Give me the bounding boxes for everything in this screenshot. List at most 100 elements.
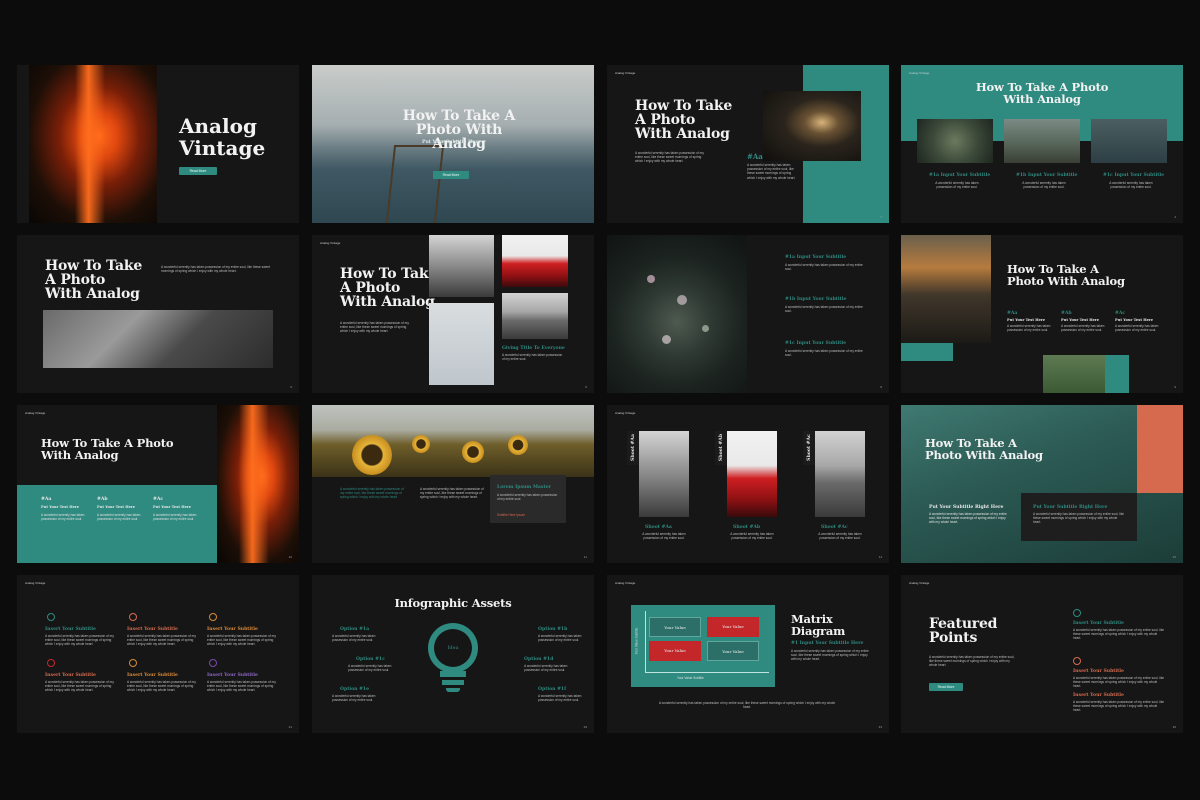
slide-13-icons[interactable]: Analog Vintage Insert Your Subtitle Inse… (17, 575, 299, 733)
tag: #Aa (747, 152, 763, 161)
page-number: 4 (1174, 215, 1176, 219)
option-5-text: A wonderful serenity has taken possessio… (332, 694, 376, 703)
option-6-text: A wonderful serenity has taken possessio… (538, 694, 582, 703)
slide-2-sea[interactable]: How To Take A Photo With Analog Put Your… (312, 65, 594, 223)
slide-10[interactable]: A wonderful serenity has taken possessio… (312, 405, 594, 563)
sun-icon (47, 613, 55, 621)
photo-2 (1004, 119, 1080, 163)
photo-3 (1091, 119, 1167, 163)
page-number: 9 (1174, 385, 1176, 389)
label-2: #1b Input Your Subtitle (1016, 173, 1078, 178)
slide-3[interactable]: Analog Vintage How To Take A Photo With … (607, 65, 889, 223)
read-more-button[interactable]: Read More (179, 167, 217, 175)
body-text: A wonderful serenity has taken possessio… (929, 655, 1015, 668)
point-1-text: A wonderful serenity has taken possessio… (1073, 628, 1165, 641)
brand-label: Analog Vintage (25, 581, 46, 585)
slide-8[interactable]: How To Take A Photo With Analog #Aa #Ab … (901, 235, 1183, 393)
room-photo (763, 91, 861, 161)
slide-title: How To Take A Photo With Analog (45, 258, 143, 302)
text-3: A wonderful serenity has taken possessio… (785, 349, 863, 358)
slide-title: How To Take A Photo With Analog (635, 98, 733, 142)
shop-photo (901, 235, 991, 343)
slide-5[interactable]: How To Take A Photo With Analog A wonder… (17, 235, 299, 393)
brand-label: Analog Vintage (320, 241, 341, 245)
page-number: 3 (880, 215, 882, 219)
window-photo (43, 310, 273, 368)
canal-photo (429, 235, 494, 297)
text-3: A wonderful serenity has taken possessio… (1115, 324, 1159, 333)
slide-14-infographic[interactable]: Infographic Assets Idea Option #1a A won… (312, 575, 594, 733)
point-3-text: A wonderful serenity has taken possessio… (1073, 700, 1165, 713)
text-1: A wonderful serenity has taken possessio… (935, 181, 979, 190)
page-number: 11 (583, 555, 587, 559)
read-more-button[interactable]: Read More (929, 683, 963, 691)
label-3: #1c Input Your Subtitle (1103, 173, 1165, 178)
shoot-text-1: A wonderful serenity has taken possessio… (642, 532, 686, 541)
bokeh-photo (607, 235, 747, 393)
text-label-2: Put Your Text Here (1061, 318, 1100, 322)
slide-grid: Analog Vintage Read More How To Take A P… (17, 65, 1183, 735)
page-number: 29 (583, 725, 587, 729)
bulb-base (440, 671, 466, 677)
axis-y-label: Your Value Subtitle (634, 627, 639, 655)
red-photo (727, 431, 777, 517)
option-5: Option #1e (340, 687, 370, 692)
page-number: 8 (880, 385, 882, 389)
text-label-1: Put Your Text Here (1007, 318, 1046, 322)
right-subtitle: Put Your Subtitle Right Here (1033, 505, 1108, 510)
vertical-label-3: Shoot #Ac (806, 434, 812, 461)
brand-label: Analog Vintage (909, 581, 930, 585)
bulb-base-3 (446, 688, 460, 692)
caption: Giving Title To Everyone (502, 346, 565, 351)
light-streak (239, 405, 269, 563)
bulb-base-2 (442, 680, 464, 685)
page-number: 5 (290, 385, 292, 389)
option-2-text: A wonderful serenity has taken possessio… (538, 634, 582, 643)
slide-6[interactable]: Analog Vintage How To Take A Photo With … (312, 235, 594, 393)
subtitle-4: Insert Your Subtitle (45, 673, 96, 678)
option-4: Option #1d (524, 657, 554, 662)
slide-9[interactable]: Analog Vintage How To Take A Photo With … (17, 405, 299, 563)
body-text: A wonderful serenity has taken possessio… (635, 151, 704, 164)
sunflower (462, 441, 484, 463)
text-1: A wonderful serenity has taken possessio… (1007, 324, 1051, 333)
slide-title: How To Take A Photo With Analog (41, 436, 174, 462)
sunflower (508, 435, 528, 455)
text-4: A wonderful serenity has taken possessio… (45, 680, 114, 693)
matrix-text: A wonderful serenity has taken possessio… (791, 649, 869, 662)
slide-12[interactable]: How To Take A Photo With Analog Put Your… (901, 405, 1183, 563)
slide-title: How To Take A Photo With Analog (1007, 262, 1125, 288)
text-label-3: Put Your Text Here (1115, 318, 1154, 322)
slide-11[interactable]: Analog Vintage Shoot #Aa Shoot #Ab Shoot… (607, 405, 889, 563)
slide-16-featured[interactable]: Analog Vintage Featured Points A wonderf… (901, 575, 1183, 733)
label-1: #1a Input Your Subtitle (785, 255, 847, 260)
right-text: A wonderful serenity has taken possessio… (1033, 512, 1125, 525)
tree-photo (429, 303, 494, 385)
text-3: A wonderful serenity has taken possessio… (207, 634, 276, 647)
slide-1-cover[interactable]: Analog Vintage Read More (17, 65, 299, 223)
brand-label: Analog Vintage (615, 411, 636, 415)
mountain-photo (502, 293, 568, 339)
footer-text: A wonderful serenity has taken possessio… (658, 701, 836, 710)
page-number: 36 (1172, 725, 1176, 729)
text-6: A wonderful serenity has taken possessio… (207, 680, 276, 693)
read-more-button[interactable]: Read More (433, 171, 469, 179)
network-icon (1073, 657, 1081, 665)
slide-15-matrix[interactable]: Analog Vintage Your Value Your Value You… (607, 575, 889, 733)
option-1-text: A wonderful serenity has taken possessio… (332, 634, 376, 643)
label-3: #1c Input Your Subtitle (785, 341, 847, 346)
left-text: A wonderful serenity has taken possessio… (929, 512, 1007, 525)
body-text: A wonderful serenity has taken possessio… (340, 321, 409, 334)
bokeh-dot (702, 325, 709, 332)
option-3-text: A wonderful serenity has taken possessio… (348, 664, 392, 673)
text-label-2: Put Your Text Here (97, 505, 136, 509)
teal-block-2 (1105, 355, 1129, 393)
slide-7[interactable]: #1a Input Your Subtitle A wonderful sere… (607, 235, 889, 393)
slide-4[interactable]: Analog Vintage How To Take A Photo With … (901, 65, 1183, 223)
red-photo (502, 235, 568, 287)
photo-1 (917, 119, 993, 163)
text-label-3: Put Your Text Here (153, 505, 192, 509)
body-text: A wonderful serenity has taken possessio… (161, 265, 270, 274)
subtitle-2: Insert Your Subtitle (127, 627, 178, 632)
shoot-label-1: Shoot #Aa (645, 525, 672, 530)
